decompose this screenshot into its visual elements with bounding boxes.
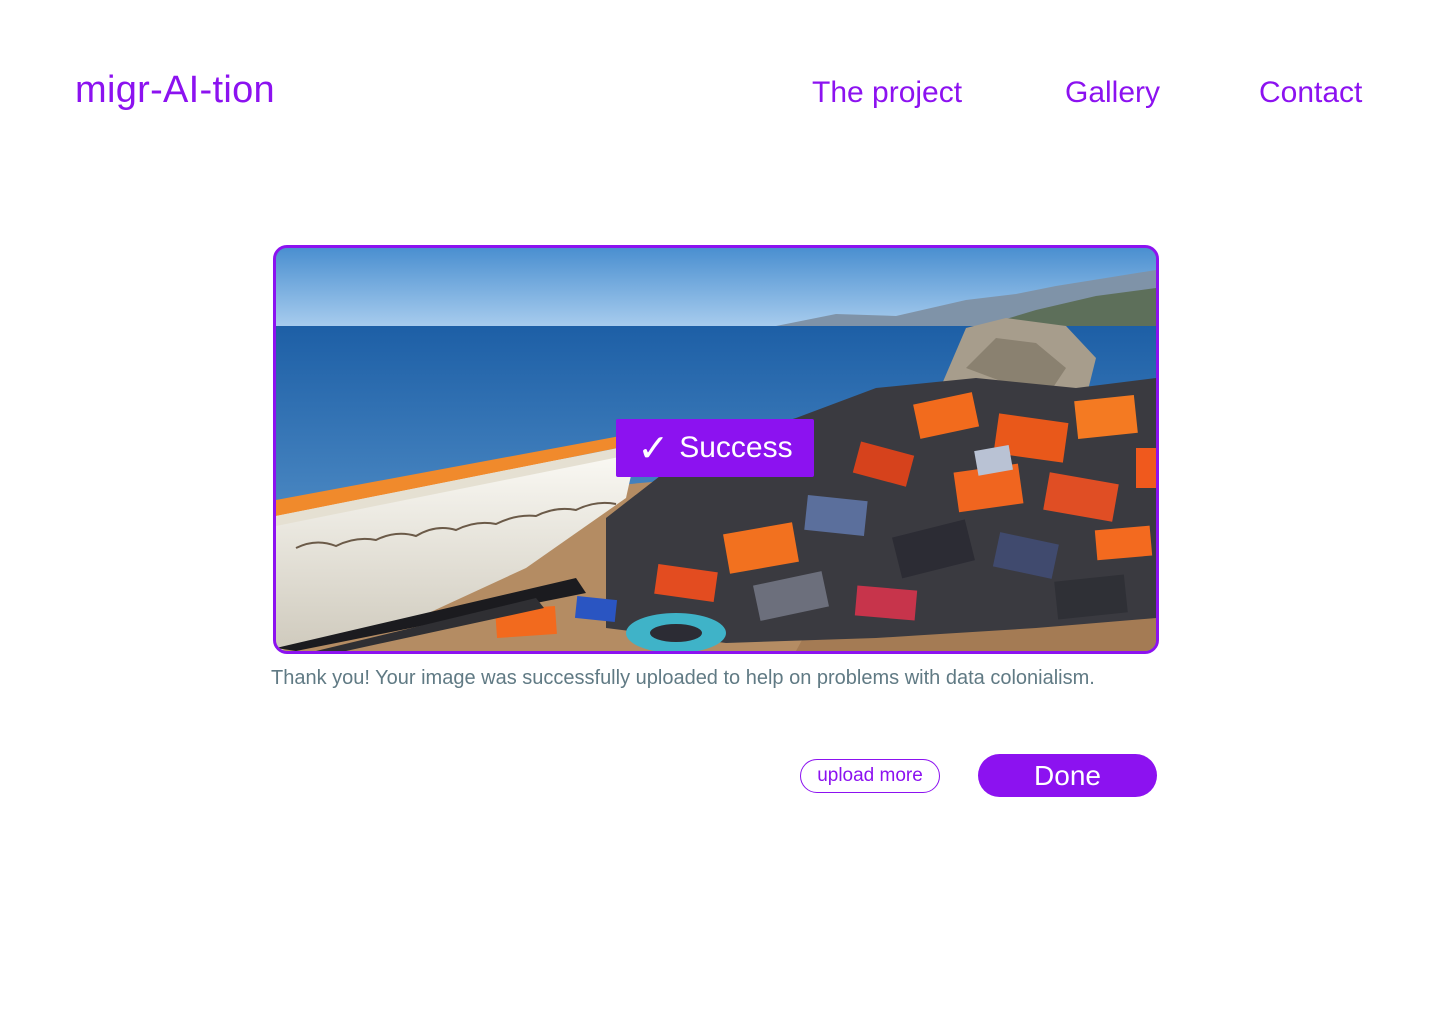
done-button[interactable]: Done bbox=[978, 754, 1157, 797]
upload-more-button[interactable]: upload more bbox=[800, 759, 940, 793]
site-logo[interactable]: migr-AI-tion bbox=[75, 66, 275, 114]
nav-link-the-project[interactable]: The project bbox=[812, 74, 962, 112]
nav-link-gallery[interactable]: Gallery bbox=[1065, 74, 1160, 112]
upload-success-page: migr-AI-tion The project Gallery Contact bbox=[0, 0, 1440, 1024]
nav-link-contact[interactable]: Contact bbox=[1259, 74, 1362, 112]
success-badge: ✓ Success bbox=[616, 419, 814, 477]
upload-success-message: Thank you! Your image was successfully u… bbox=[271, 667, 1095, 689]
success-label: Success bbox=[679, 431, 793, 464]
check-icon: ✓ bbox=[637, 426, 670, 470]
